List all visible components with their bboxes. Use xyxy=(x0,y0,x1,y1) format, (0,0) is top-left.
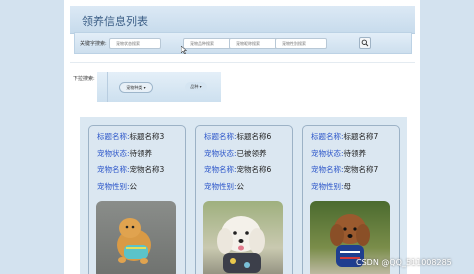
gender-search-input[interactable] xyxy=(275,38,327,49)
page-header: 领养信息列表 xyxy=(70,6,415,34)
search-label: 关键字搜索: xyxy=(80,41,107,47)
breed-dropdown-label: 品种 xyxy=(190,84,199,89)
page-title: 领养信息列表 xyxy=(82,15,148,28)
filter-divider xyxy=(107,72,108,102)
pomeranian-image xyxy=(117,218,151,264)
card-status-row: 宠物状态:待领养 xyxy=(311,149,367,158)
left-margin xyxy=(0,0,64,274)
card-status-row: 宠物状态:待领养 xyxy=(97,149,153,158)
card-title-row: 标题名称:标题名称3 xyxy=(97,132,165,141)
search-icon xyxy=(361,39,369,47)
status-search-input[interactable] xyxy=(109,38,161,49)
search-bar: 关键字搜索: xyxy=(74,32,412,54)
pet-card[interactable]: 标题名称:标题名称3 宠物状态:待领养 宠物名称:宠物名称3 宠物性别:公 xyxy=(88,125,186,274)
pet-card[interactable]: 标题名称:标题名称6 宠物状态:已被领养 宠物名称:宠物名称6 宠物性别:公 xyxy=(195,125,293,274)
card-title-row: 标题名称:标题名称7 xyxy=(311,132,379,141)
watermark: CSDN @QQ_511008285 xyxy=(356,258,452,267)
card-name-row: 宠物名称:宠物名称7 xyxy=(311,165,379,174)
filter-panel: 宠物种类 ▾ 品种 ▾ xyxy=(97,72,221,102)
pet-type-dropdown[interactable]: 宠物种类 ▾ xyxy=(119,82,153,93)
breed-dropdown[interactable]: 品种 ▾ xyxy=(185,82,207,93)
nickname-search-input[interactable] xyxy=(229,38,281,49)
divider xyxy=(70,62,415,63)
card-list: 标题名称:标题名称3 宠物状态:待领养 宠物名称:宠物名称3 宠物性别:公 标题… xyxy=(80,117,407,274)
pet-card[interactable]: 标题名称:标题名称7 宠物状态:待领养 宠物名称:宠物名称7 宠物性别:母 xyxy=(302,125,400,274)
filter-label: 下拉搜索: xyxy=(73,76,95,82)
card-title-row: 标题名称:标题名称6 xyxy=(204,132,272,141)
card-status-row: 宠物状态:已被领养 xyxy=(204,149,267,158)
card-gender-row: 宠物性别:公 xyxy=(204,182,245,191)
right-margin xyxy=(420,0,474,274)
card-gender-row: 宠物性别:公 xyxy=(97,182,138,191)
card-gender-row: 宠物性别:母 xyxy=(311,182,352,191)
card-name-row: 宠物名称:宠物名称6 xyxy=(204,165,272,174)
pet-photo[interactable] xyxy=(96,201,176,274)
white-poodle-image xyxy=(217,216,265,273)
breed-search-input[interactable] xyxy=(183,38,235,49)
pet-type-dropdown-label: 宠物种类 xyxy=(126,85,143,90)
pet-photo[interactable] xyxy=(203,201,283,274)
card-name-row: 宠物名称:宠物名称3 xyxy=(97,165,165,174)
mouse-cursor-icon xyxy=(181,46,187,54)
search-button[interactable] xyxy=(359,37,371,49)
